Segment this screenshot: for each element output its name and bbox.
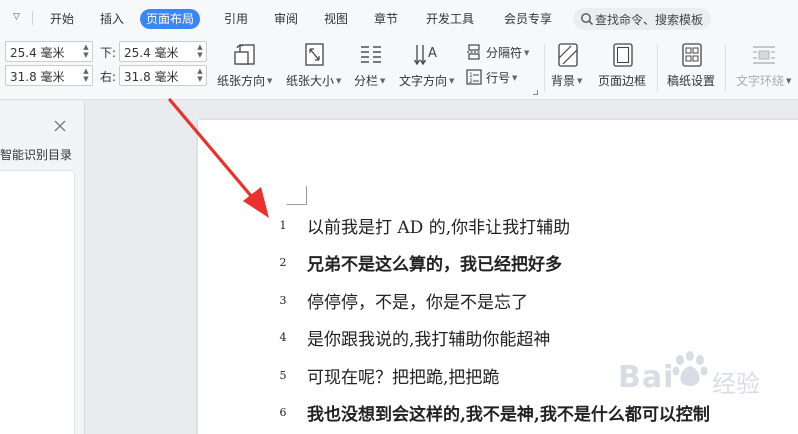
left-margin-input[interactable]: 31.8 毫米 ▲ ▼: [5, 65, 93, 86]
breaks-caret-icon: ▼: [524, 49, 530, 57]
tab-insert[interactable]: 插入: [100, 10, 124, 28]
ribbon-divider: [657, 44, 658, 92]
text-direction-label: 文字方向: [399, 74, 448, 88]
svg-text:2: 2: [469, 78, 473, 85]
page-border-label: 页面边框: [598, 74, 647, 88]
line-number: 3: [279, 294, 287, 307]
paper-size-icon: [305, 43, 324, 66]
page-border-icon: [613, 43, 633, 67]
right-margin-input[interactable]: 31.8 毫米 ▲ ▼: [119, 65, 207, 86]
text-wrap-button[interactable]: 文字环绕 ▼: [733, 42, 795, 92]
orientation-label: 纸张方向: [217, 74, 266, 88]
tab-developer[interactable]: 开发工具: [426, 10, 474, 28]
page-setup-launcher-icon[interactable]: [533, 90, 538, 95]
columns-label: 分栏: [354, 74, 379, 88]
orientation-button[interactable]: 纸张方向 ▼: [216, 42, 276, 92]
top-margin-spinner[interactable]: ▲ ▼: [82, 43, 90, 60]
tab-review[interactable]: 审阅: [274, 10, 298, 28]
baidu-watermark: Bai: [618, 360, 675, 395]
svg-text:A: A: [428, 46, 437, 61]
document-line[interactable]: 可现在呢？把把跪,把把跪: [307, 363, 499, 388]
watermark-suffix: 经验: [712, 370, 760, 398]
text-wrap-icon: [753, 46, 775, 64]
tab-sections[interactable]: 章节: [374, 10, 398, 28]
tab-page-layout[interactable]: 页面布局: [140, 9, 201, 29]
document-line[interactable]: 我也没想到会这样的,我不是神,我不是什么都可以控制: [307, 400, 710, 425]
line-number: 1: [279, 219, 287, 232]
paw-logo-icon: [672, 351, 708, 386]
columns-button[interactable]: 分栏 ▼: [352, 42, 392, 92]
bottom-margin-spinner[interactable]: ▲ ▼: [196, 43, 204, 60]
search-placeholder: 查找命令、搜索模板: [595, 13, 704, 27]
bottom-margin-input[interactable]: 25.4 毫米 ▲ ▼: [119, 41, 207, 62]
bottom-margin-label: 下:: [100, 46, 117, 60]
right-margin-spinner[interactable]: ▲ ▼: [196, 67, 204, 84]
breaks-label: 分隔符: [486, 46, 523, 60]
grid-paper-label: 稿纸设置: [667, 74, 716, 88]
line-number: 6: [279, 406, 287, 419]
page-break-icon: [467, 44, 481, 60]
document-line[interactable]: 是你跟我说的,我打辅助你能超神: [307, 325, 550, 350]
text-direction-button[interactable]: A 文字方向 ▼: [398, 42, 458, 92]
text-wrap-caret-icon: ▼: [786, 77, 792, 85]
document-line[interactable]: 停停停，不是，你是不是忘了: [307, 288, 528, 313]
paper-size-caret-icon: ▼: [336, 77, 342, 85]
menu-tab-bar: ▽ 开始 插入 页面布局 引用 审阅 视图 章节 开发工具 会员专享 查找命令、…: [0, 0, 798, 36]
tab-divider: [32, 11, 33, 25]
tab-home[interactable]: 开始: [50, 10, 74, 28]
top-margin-value: 25.4 毫米: [10, 46, 65, 60]
top-margin-input[interactable]: 25.4 毫米 ▲ ▼: [5, 41, 93, 62]
left-margin-spinner[interactable]: ▲ ▼: [82, 67, 90, 84]
paper-size-button[interactable]: 纸张大小 ▼: [286, 42, 346, 92]
annotation-arrow: [168, 98, 269, 218]
line-number: 4: [279, 331, 287, 344]
ribbon-divider: [725, 44, 726, 92]
close-icon[interactable]: [53, 119, 67, 133]
orientation-caret-icon: ▼: [267, 77, 273, 85]
background-caret-icon: ▼: [577, 77, 583, 85]
document-line[interactable]: 兄弟不是这么算的，我已经把好多: [307, 250, 562, 275]
background-label: 背景: [551, 74, 576, 88]
tab-view[interactable]: 视图: [324, 10, 348, 28]
paper-size-label: 纸张大小: [286, 74, 335, 88]
command-search-box[interactable]: 查找命令、搜索模板: [573, 8, 711, 30]
grid-paper-icon: [682, 43, 702, 67]
search-icon: [581, 13, 594, 26]
right-margin-label: 右:: [100, 70, 117, 84]
bottom-margin-value: 25.4 毫米: [124, 46, 179, 60]
text-wrap-label: 文字环绕: [736, 74, 785, 88]
tab-membership[interactable]: 会员专享: [504, 10, 552, 28]
page-border-button[interactable]: 页面边框: [596, 42, 650, 92]
page-background-icon: [558, 43, 578, 67]
columns-caret-icon: ▼: [380, 77, 386, 85]
line-numbers-label: 行号: [486, 71, 511, 85]
text-direction-icon: A: [413, 45, 437, 66]
document-line[interactable]: 以前我是打 AD 的,你非让我打辅助: [307, 213, 570, 238]
line-number: 2: [279, 256, 287, 269]
collapse-ribbon-icon[interactable]: ▽: [13, 12, 25, 24]
toc-list-panel[interactable]: [0, 170, 75, 434]
margin-corner-mark: [287, 186, 307, 205]
background-button[interactable]: 背景 ▼: [549, 42, 589, 92]
ribbon-divider: [544, 44, 545, 92]
text-direction-caret-icon: ▼: [449, 77, 455, 85]
columns-icon: [361, 46, 381, 63]
line-numbers-caret-icon: ▼: [512, 74, 518, 82]
left-margin-value: 31.8 毫米: [10, 70, 65, 84]
page-orientation-icon: [234, 44, 255, 65]
line-number: 5: [279, 369, 287, 382]
line-numbers-button[interactable]: 1 2 行号 ▼: [466, 67, 538, 87]
word-processor-window: ▽ 开始 插入 页面布局 引用 审阅 视图 章节 开发工具 会员专享 查找命令、…: [0, 0, 798, 434]
smart-toc-button[interactable]: 智能识别目录: [0, 146, 72, 163]
tab-references[interactable]: 引用: [224, 10, 248, 28]
breaks-button[interactable]: 分隔符 ▼: [466, 42, 538, 62]
right-margin-value: 31.8 毫米: [124, 70, 179, 84]
line-numbers-icon: 1 2: [466, 69, 482, 85]
grid-paper-settings-button[interactable]: 稿纸设置: [664, 42, 720, 92]
